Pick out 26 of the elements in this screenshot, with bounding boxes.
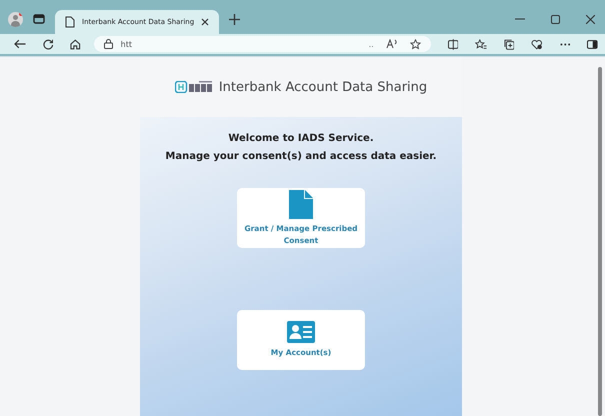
id-card-icon	[287, 321, 315, 343]
welcome-text: Manage your consent(s) and access data easier.	[165, 151, 437, 162]
page-icon	[65, 16, 75, 28]
home-icon[interactable]	[70, 38, 81, 50]
back-arrow-icon[interactable]	[14, 39, 26, 49]
maximize-icon[interactable]	[551, 14, 560, 24]
bank-logo-icon	[174, 81, 215, 93]
close-icon[interactable]	[586, 14, 595, 24]
minimize-icon[interactable]	[515, 18, 525, 20]
star-icon[interactable]	[410, 38, 421, 50]
url-more-text: ..	[368, 40, 374, 48]
favorites-icon[interactable]	[475, 38, 487, 50]
sidebar-icon[interactable]	[587, 40, 598, 48]
app-title: Interbank Account Data Sharing	[218, 80, 428, 94]
split-screen-icon[interactable]	[448, 38, 458, 50]
close-icon[interactable]	[201, 18, 210, 26]
collections-icon[interactable]	[504, 38, 514, 50]
url-text: htt	[120, 40, 132, 48]
welcome-text: Welcome to IADS Service.	[228, 133, 374, 144]
lock-icon	[104, 39, 113, 49]
address-bar[interactable]: htt ..	[94, 36, 431, 52]
heart-icon[interactable]	[531, 38, 543, 50]
refresh-icon[interactable]	[42, 38, 54, 50]
document-icon	[289, 190, 313, 218]
more-icon[interactable]	[560, 42, 570, 46]
new-tab-icon[interactable]	[229, 14, 240, 24]
